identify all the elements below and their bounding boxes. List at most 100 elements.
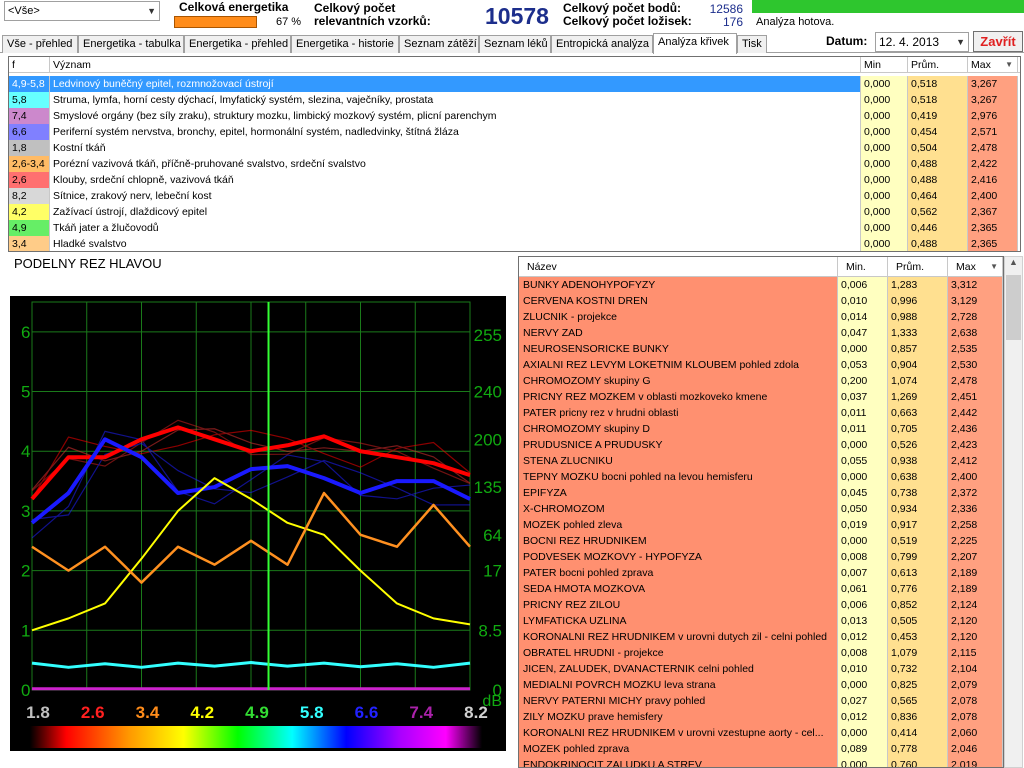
frequency-label: 8.2 (464, 703, 488, 722)
list-item[interactable]: MOZEK pohled zleva 0,019 0,917 2,258 (519, 517, 1003, 533)
close-button[interactable]: Zavřít (973, 31, 1023, 52)
min-cell: 0,007 (838, 565, 888, 581)
list-item[interactable]: PATER bocni pohled zprava 0,007 0,613 2,189 (519, 565, 1003, 581)
organ-name-cell: CERVENA KOSTNI DREN (519, 293, 838, 309)
list-item[interactable]: CHROMOZOMY skupiny D 0,011 0,705 2,436 (519, 421, 1003, 437)
list-item[interactable]: KORONALNI REZ HRUDNIKEM v urovni dutych … (519, 629, 1003, 645)
y-tick-label: 4 (21, 442, 30, 461)
max-cell: 2,225 (948, 533, 1003, 549)
table-row[interactable]: 8,2 Sítnice, zrakový nerv, lebeční kost 0,… (9, 188, 1020, 204)
list-item[interactable]: NERVY PATERNI MICHY pravy pohled 0,027 0,5… (519, 693, 1003, 709)
list-item[interactable]: LYMFATICKA UZLINA 0,013 0,505 2,120 (519, 613, 1003, 629)
meaning-cell: Ledvinový buněčný epitel, rozmnožovací ú… (50, 76, 861, 92)
y-tick-label: 3 (21, 502, 30, 521)
organ-table: Název Min. Prům. Max ▼ BUNKY ADENOHYPOFYZY 0,0… (518, 256, 1004, 768)
min-cell: 0,000 (861, 108, 908, 124)
list-item[interactable]: OBRATEL HRUDNI - projekce 0,008 1,079 2,115 (519, 645, 1003, 661)
min-cell: 0,019 (838, 517, 888, 533)
frequency-cell: 7,4 (9, 108, 50, 124)
list-item[interactable]: NERVY ZAD 0,047 1,333 2,638 (519, 325, 1003, 341)
list-item[interactable]: PODVESEK MOZKOVY - HYPOFYZA 0,008 0,799 2,2… (519, 549, 1003, 565)
list-item[interactable]: SEDA HMOTA MOZKOVA 0,061 0,776 2,189 (519, 581, 1003, 597)
tab-5[interactable]: Seznam zátěží (399, 35, 479, 53)
list-item[interactable]: TEPNY MOZKU bocni pohled na levou hemisf… (519, 469, 1003, 485)
table-row[interactable]: 1,8 Kostní tkáň 0,000 0,504 2,478 (9, 140, 1020, 156)
list-item[interactable]: KORONALNI REZ HRUDNIKEM v urovni vzestup… (519, 725, 1003, 741)
list-item[interactable]: BUNKY ADENOHYPOFYZY 0,006 1,283 3,312 (519, 277, 1003, 293)
list-item[interactable]: MOZEK pohled zprava 0,089 0,778 2,046 (519, 741, 1003, 757)
table-row[interactable]: 4,2 Zažívací ústrojí, dlaždicový epitel 0,… (9, 204, 1020, 220)
avg-cell: 0,464 (908, 188, 968, 204)
table-row[interactable]: 2,6-3,4 Porézní vazivová tkáň, příčně-pru… (9, 156, 1020, 172)
datum-select[interactable]: 12. 4. 2013 ▼ (875, 32, 969, 52)
curve-chart: 0 1 2 3 4 5 6 0 8.5 17 64 135 200 240 255 dB 1.8 2.6 3.4 4.… (10, 296, 506, 751)
sort-down-icon[interactable]: ▼ (990, 257, 998, 277)
list-item[interactable]: PRUDUSNICE A PRUDUSKY 0,000 0,526 2,423 (519, 437, 1003, 453)
tab-6[interactable]: Seznam léků (479, 35, 551, 53)
samples-value: 10578 (485, 3, 549, 29)
table-row[interactable]: 4,9-5,8 Ledvinový buněčný epitel, rozmnož… (9, 76, 1020, 92)
min-cell: 0,061 (838, 581, 888, 597)
min-cell: 0,089 (838, 741, 888, 757)
frequency-cell: 6,6 (9, 124, 50, 140)
max-cell: 2,367 (968, 204, 1018, 220)
column-header-max[interactable]: Max ▼ (948, 257, 1003, 277)
filter-value: <Vše> (8, 5, 40, 17)
list-item[interactable]: X-CHROMOZOM 0,050 0,934 2,336 (519, 501, 1003, 517)
frequency-cell: 4,2 (9, 204, 50, 220)
list-item[interactable]: ZLUCNIK - projekce 0,014 0,988 2,728 (519, 309, 1003, 325)
tab-1[interactable]: Vše - přehled (2, 35, 78, 53)
scroll-up-icon[interactable]: ▲ (1004, 257, 1023, 273)
tab-4[interactable]: Energetika - historie (291, 35, 399, 53)
tab-9[interactable]: Tisk (737, 35, 767, 53)
min-cell: 0,008 (838, 549, 888, 565)
max-cell: 3,312 (948, 277, 1003, 293)
column-header-f[interactable]: f (9, 57, 50, 73)
max-cell: 2,060 (948, 725, 1003, 741)
organ-name-cell: KORONALNI REZ HRUDNIKEM v urovni vzestup… (519, 725, 838, 741)
organ-name-cell: PRUDUSNICE A PRUDUSKY (519, 437, 838, 453)
column-header-name[interactable]: Název (519, 257, 838, 277)
list-item[interactable]: ZILY MOZKU prave hemisfery 0,012 0,836 2,07… (519, 709, 1003, 725)
tab-7[interactable]: Entropická analýza (551, 35, 653, 53)
list-item[interactable]: PRICNY REZ MOZKEM v oblasti mozkoveko km… (519, 389, 1003, 405)
list-item[interactable]: ENDOKRINOCIT ZALUDKU A STREV 0,000 0,760 2,… (519, 757, 1003, 767)
right-tick-label: 200 (474, 430, 502, 449)
avg-cell: 1,074 (888, 373, 948, 389)
max-cell: 2,258 (948, 517, 1003, 533)
right-tick-label: 17 (483, 562, 502, 581)
list-item[interactable]: PATER pricny rez v hrudni oblasti 0,011 0,… (519, 405, 1003, 421)
scroll-thumb[interactable] (1006, 275, 1021, 340)
table-row[interactable]: 5,8 Struma, lymfa, horní cesty dýchací, l… (9, 92, 1020, 108)
list-item[interactable]: AXIALNI REZ LEVYM LOKETNIM KLOUBEM pohle… (519, 357, 1003, 373)
frequency-label: 4.9 (245, 703, 269, 722)
avg-cell: 0,938 (888, 453, 948, 469)
list-item[interactable]: PRICNY REZ ZILOU 0,006 0,852 2,124 (519, 597, 1003, 613)
list-item[interactable]: JICEN, ZALUDEK, DVANACTERNIK celni pohle… (519, 661, 1003, 677)
column-header-avg[interactable]: Prům. (908, 57, 968, 73)
table-row[interactable]: 7,4 Smyslové orgány (bez síly zraku), str… (9, 108, 1020, 124)
table-row[interactable]: 3,4 Hladké svalstvo 0,000 0,488 2,365 (9, 236, 1020, 251)
column-header-avg[interactable]: Prům. (888, 257, 948, 277)
tab-8[interactable]: Analýza křivek (653, 33, 737, 54)
tab-3[interactable]: Energetika - přehled (184, 35, 291, 53)
column-header-min[interactable]: Min (861, 57, 908, 73)
filter-select[interactable]: <Vše> ▼ (4, 1, 160, 21)
table-row[interactable]: 4,9 Tkáň jater a žlučovodů 0,000 0,446 2,365 (9, 220, 1020, 236)
list-item[interactable]: STENA ZLUCNIKU 0,055 0,938 2,412 (519, 453, 1003, 469)
table-row[interactable]: 6,6 Periferní systém nervstva, bronchy, e… (9, 124, 1020, 140)
column-header-max[interactable]: Max ▼ (968, 57, 1018, 73)
list-item[interactable]: MEDIALNI POVRCH MOZKU leva strana 0,000 0,… (519, 677, 1003, 693)
list-item[interactable]: EPIFYZA 0,045 0,738 2,372 (519, 485, 1003, 501)
list-item[interactable]: BOCNI REZ HRUDNIKEM 0,000 0,519 2,225 (519, 533, 1003, 549)
min-cell: 0,053 (838, 357, 888, 373)
tab-2[interactable]: Energetika - tabulka (78, 35, 184, 53)
list-item[interactable]: NEUROSENSORICKE BUNKY 0,000 0,857 2,535 (519, 341, 1003, 357)
sort-down-icon[interactable]: ▼ (1005, 57, 1013, 73)
column-header-meaning[interactable]: Význam (50, 57, 861, 73)
energy-percent: 67 % (276, 16, 302, 28)
list-item[interactable]: CHROMOZOMY skupiny G 0,200 1,074 2,478 (519, 373, 1003, 389)
table-row[interactable]: 2,6 Klouby, srdeční chlopně, vazivová tká… (9, 172, 1020, 188)
column-header-min[interactable]: Min. (838, 257, 888, 277)
list-item[interactable]: CERVENA KOSTNI DREN 0,010 0,996 3,129 (519, 293, 1003, 309)
